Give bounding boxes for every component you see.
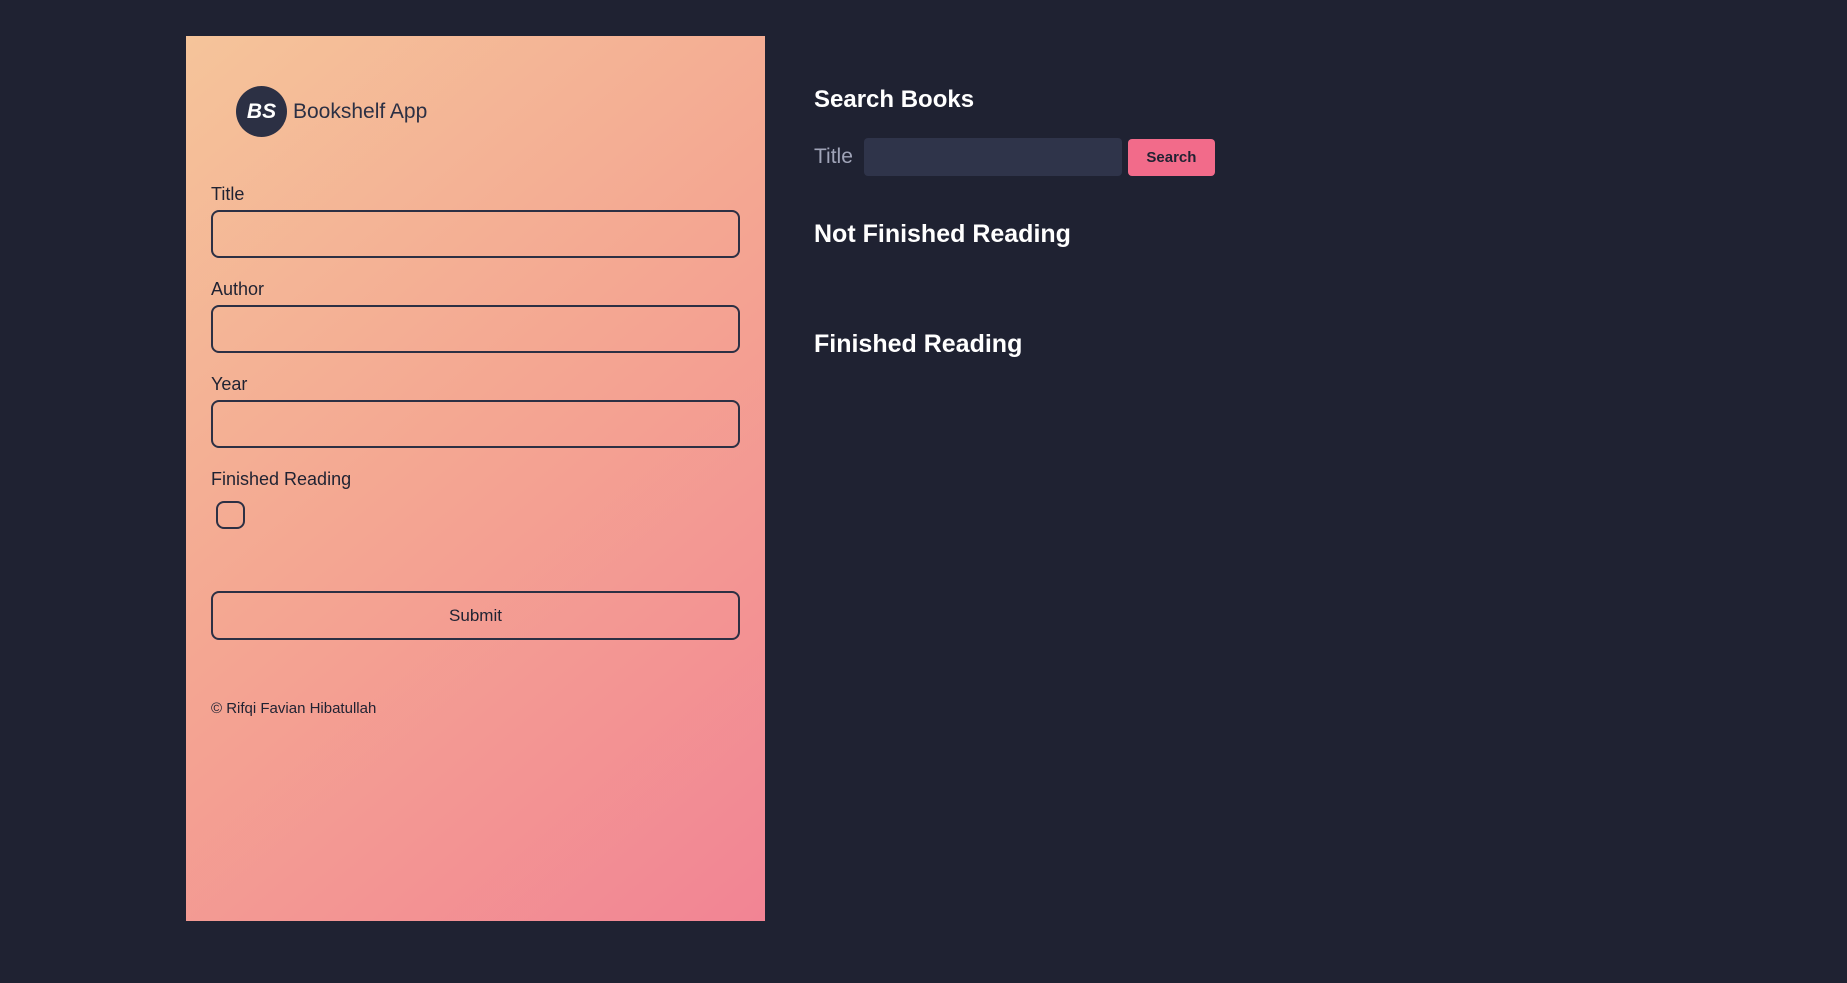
submit-button[interactable]: Submit <box>211 591 740 640</box>
search-title-label: Title <box>814 145 853 168</box>
add-book-panel: BS Bookshelf App Title Author Year Finis… <box>186 36 765 921</box>
search-form: Title Search <box>814 138 1215 176</box>
finished-reading-label: Finished Reading <box>211 469 352 489</box>
finished-reading-heading: Finished Reading <box>814 330 1023 358</box>
title-field: Title <box>211 182 740 258</box>
year-label: Year <box>211 374 248 394</box>
app-root: BS Bookshelf App Title Author Year Finis… <box>0 0 1847 983</box>
year-input[interactable] <box>211 400 740 448</box>
author-input[interactable] <box>211 305 740 353</box>
not-finished-reading-heading: Not Finished Reading <box>814 220 1071 248</box>
copyright-text: © Rifqi Favian Hibatullah <box>211 700 377 717</box>
brand-logo: BS <box>236 86 287 137</box>
search-heading: Search Books <box>814 86 975 113</box>
brand: BS Bookshelf App <box>236 86 427 137</box>
title-input[interactable] <box>211 210 740 258</box>
brand-name: Bookshelf App <box>293 99 428 123</box>
title-label: Title <box>211 184 245 204</box>
search-button[interactable]: Search <box>1127 138 1215 176</box>
finished-reading-field: Finished Reading <box>211 467 351 529</box>
year-field: Year <box>211 372 740 448</box>
search-input[interactable] <box>863 138 1122 176</box>
author-field: Author <box>211 277 740 353</box>
finished-reading-checkbox[interactable] <box>216 501 245 529</box>
author-label: Author <box>211 279 265 299</box>
